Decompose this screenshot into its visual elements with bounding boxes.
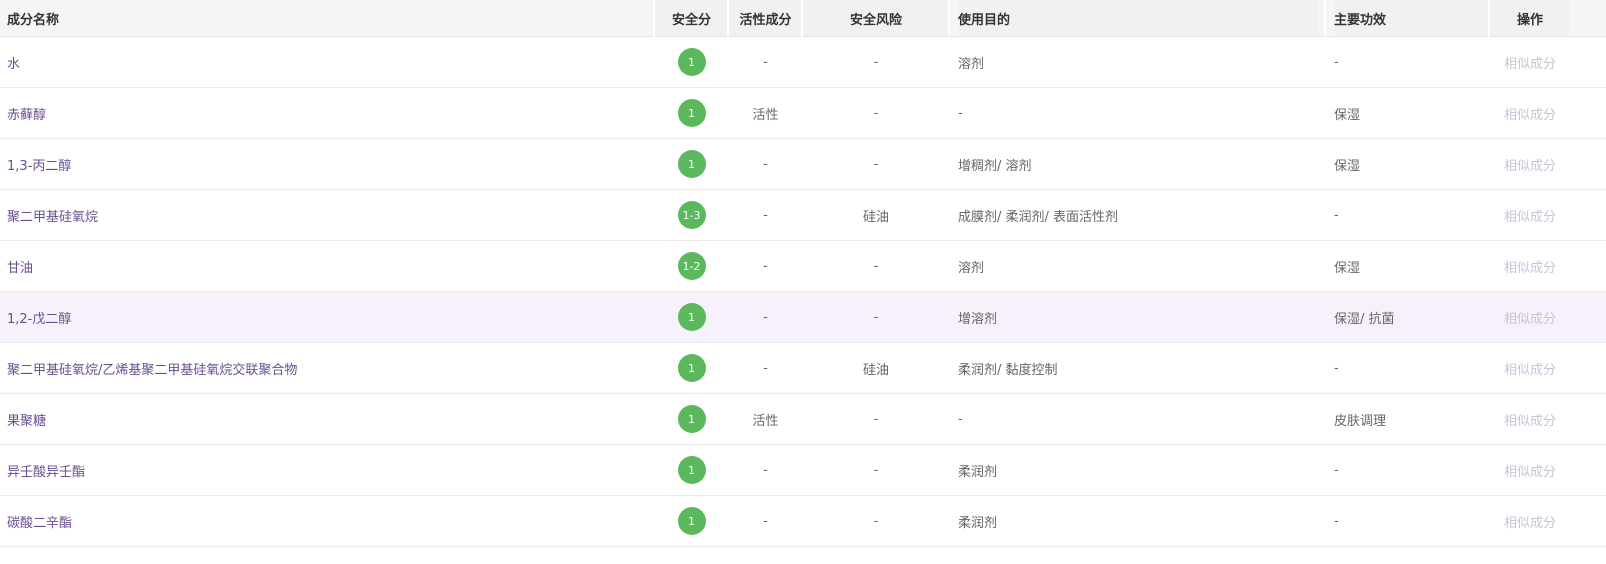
header-op: 操作 [1490, 0, 1570, 36]
table-row[interactable]: 甘油 1-2 - - 溶剂 保湿 相似成分 [0, 241, 1606, 292]
safety-score-badge: 1 [677, 405, 706, 433]
table-row-highlighted[interactable]: 1,2-戊二醇 1 - - 增溶剂 保湿/ 抗菌 相似成分 [0, 292, 1606, 343]
ingredient-name-link[interactable]: 1,2-戊二醇 [7, 308, 71, 327]
risk-cell: - [873, 54, 879, 70]
effect-cell: - [1334, 513, 1339, 529]
risk-cell: - [873, 258, 879, 274]
table-row[interactable]: 果聚糖 1 活性 - - 皮肤调理 相似成分 [0, 394, 1606, 445]
header-divider [948, 0, 950, 37]
ingredient-name-link[interactable]: 聚二甲基硅氧烷/乙烯基聚二甲基硅氧烷交联聚合物 [7, 359, 297, 378]
purpose-cell: 增稠剂/ 溶剂 [958, 158, 1032, 174]
effect-cell: - [1334, 207, 1339, 223]
risk-cell: - [873, 462, 879, 478]
safety-score-badge: 1 [677, 48, 706, 76]
table-row[interactable]: 异壬酸异壬酯 1 - - 柔润剂 - 相似成分 [0, 445, 1606, 496]
ingredient-name-link[interactable]: 果聚糖 [7, 410, 46, 429]
risk-cell: - [873, 309, 879, 325]
effect-cell: - [1334, 360, 1339, 376]
ingredient-name-link[interactable]: 异壬酸异壬酯 [7, 461, 85, 480]
safety-score-badge: 1-3 [677, 201, 706, 229]
similar-ingredients-link[interactable]: 相似成分 [1504, 104, 1556, 123]
active-cell: - [763, 309, 768, 325]
active-cell: - [763, 462, 768, 478]
effect-cell: - [1334, 54, 1339, 70]
header-purpose: 使用目的 [958, 0, 1318, 36]
header-name: 成分名称 [7, 12, 60, 28]
purpose-cell: - [958, 105, 963, 121]
ingredient-name-link[interactable]: 水 [7, 53, 20, 72]
ingredient-name-link[interactable]: 甘油 [7, 257, 33, 276]
similar-ingredients-link[interactable]: 相似成分 [1504, 308, 1556, 327]
safety-score-badge: 1 [677, 507, 706, 535]
table-row[interactable]: 聚二甲基硅氧烷/乙烯基聚二甲基硅氧烷交联聚合物 1 - 硅油 柔润剂/ 黏度控制… [0, 343, 1606, 394]
risk-cell: - [873, 411, 879, 427]
active-cell: 活性 [752, 107, 779, 123]
table-row[interactable]: 1,3-丙二醇 1 - - 增稠剂/ 溶剂 保湿 相似成分 [0, 139, 1606, 190]
active-cell: - [763, 156, 768, 172]
purpose-cell: 柔润剂 [958, 515, 998, 531]
active-cell: - [763, 207, 768, 223]
risk-cell: - [873, 156, 879, 172]
similar-ingredients-link[interactable]: 相似成分 [1504, 359, 1556, 378]
effect-cell: 保湿 [1334, 158, 1361, 174]
purpose-cell: 柔润剂/ 黏度控制 [958, 362, 1058, 378]
safety-score-badge: 1 [677, 99, 706, 127]
purpose-cell: 柔润剂 [958, 464, 998, 480]
header-risk: 安全风险 [803, 0, 949, 36]
similar-ingredients-link[interactable]: 相似成分 [1504, 512, 1556, 531]
safety-score-badge: 1 [677, 150, 706, 178]
similar-ingredients-link[interactable]: 相似成分 [1504, 410, 1556, 429]
safety-score-badge: 1-2 [677, 252, 706, 280]
ingredient-table: 成分名称 安全分 活性成分 安全风险 使用目的 主要功效 操作 水 1 - - … [0, 0, 1606, 547]
risk-cell: - [873, 513, 879, 529]
purpose-cell: 增溶剂 [958, 311, 998, 327]
risk-cell: 硅油 [862, 362, 889, 378]
similar-ingredients-link[interactable]: 相似成分 [1504, 461, 1556, 480]
header-score: 安全分 [655, 0, 728, 36]
ingredient-name-link[interactable]: 碳酸二辛酯 [7, 512, 72, 531]
similar-ingredients-link[interactable]: 相似成分 [1504, 206, 1556, 225]
effect-cell: 保湿 [1334, 260, 1361, 276]
purpose-cell: 溶剂 [958, 260, 985, 276]
table-row[interactable]: 碳酸二辛酯 1 - - 柔润剂 - 相似成分 [0, 496, 1606, 547]
effect-cell: 皮肤调理 [1334, 413, 1387, 429]
safety-score-badge: 1 [677, 456, 706, 484]
similar-ingredients-link[interactable]: 相似成分 [1504, 53, 1556, 72]
ingredient-name-link[interactable]: 聚二甲基硅氧烷 [7, 206, 98, 225]
similar-ingredients-link[interactable]: 相似成分 [1504, 257, 1556, 276]
purpose-cell: - [958, 411, 963, 427]
ingredient-name-link[interactable]: 1,3-丙二醇 [7, 155, 71, 174]
header-active: 活性成分 [729, 0, 802, 36]
purpose-cell: 成膜剂/ 柔润剂/ 表面活性剂 [958, 209, 1119, 225]
risk-cell: 硅油 [862, 209, 889, 225]
table-header: 成分名称 安全分 活性成分 安全风险 使用目的 主要功效 操作 [0, 0, 1606, 37]
risk-cell: - [873, 105, 879, 121]
active-cell: - [763, 513, 768, 529]
header-effect: 主要功效 [1334, 0, 1504, 36]
active-cell: - [763, 54, 768, 70]
effect-cell: 保湿/ 抗菌 [1334, 311, 1395, 327]
table-row[interactable]: 水 1 - - 溶剂 - 相似成分 [0, 37, 1606, 88]
ingredient-name-link[interactable]: 赤藓醇 [7, 104, 46, 123]
similar-ingredients-link[interactable]: 相似成分 [1504, 155, 1556, 174]
effect-cell: - [1334, 462, 1339, 478]
active-cell: - [763, 258, 768, 274]
active-cell: - [763, 360, 768, 376]
safety-score-badge: 1 [677, 354, 706, 382]
table-row[interactable]: 赤藓醇 1 活性 - - 保湿 相似成分 [0, 88, 1606, 139]
active-cell: 活性 [752, 413, 779, 429]
table-row[interactable]: 聚二甲基硅氧烷 1-3 - 硅油 成膜剂/ 柔润剂/ 表面活性剂 - 相似成分 [0, 190, 1606, 241]
effect-cell: 保湿 [1334, 107, 1361, 123]
header-divider [1324, 0, 1326, 37]
safety-score-badge: 1 [677, 303, 706, 331]
purpose-cell: 溶剂 [958, 56, 985, 72]
